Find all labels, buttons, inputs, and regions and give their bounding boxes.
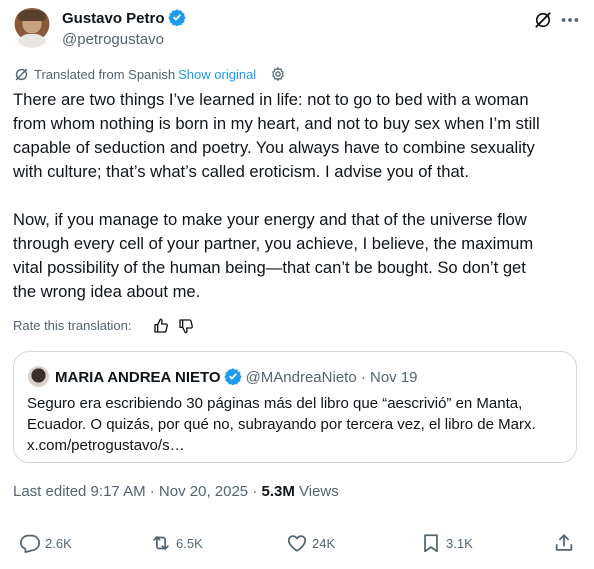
tweet-line: There are two things I’ve learned in lif… [13, 90, 529, 109]
views-count: 5.3M [261, 483, 295, 500]
quoted-author-row[interactable]: MARIA ANDREA NIETO @MAndreaNieto · Nov 19 [55, 367, 418, 386]
verified-badge-icon [167, 9, 186, 26]
tweet-line: vital possibility of the human being—tha… [13, 258, 526, 277]
tweet-text: There are two things I’ve learned in lif… [13, 88, 583, 304]
author-name-row[interactable]: Gustavo Petro [62, 8, 186, 27]
edited-timestamp[interactable]: Last edited 9:17 AM · Nov 20, 2025 · [13, 483, 261, 500]
reply-icon [19, 534, 41, 554]
quoted-line: Ecuador. O quizás, por qué no, subrayand… [27, 416, 536, 433]
like-count: 24K [312, 535, 336, 551]
translation-notice: Translated from Spanish Show original [34, 67, 256, 82]
quoted-link[interactable]: x.com/petrogustavo/s… [27, 435, 567, 456]
more-options-icon[interactable] [559, 9, 581, 31]
repost-icon [153, 536, 169, 550]
author-avatar[interactable] [12, 8, 52, 48]
tweet-line: Now, if you manage to make your energy a… [13, 210, 527, 229]
reply-count: 2.6K [45, 535, 72, 551]
bookmark-icon [424, 534, 438, 553]
share-icon [555, 534, 573, 551]
repost-count: 6.5K [176, 535, 203, 551]
quoted-line: Seguro era escribiendo 30 páginas más de… [27, 395, 523, 412]
tweet-line: the wrong idea about me. [13, 282, 201, 301]
quoted-tweet-card[interactable]: MARIA ANDREA NIETO @MAndreaNieto · Nov 19… [13, 351, 577, 463]
translated-from-label: Translated from Spanish [34, 67, 176, 82]
repost-button[interactable]: 6.5K [150, 531, 203, 555]
quoted-handle-date: @MAndreaNieto · Nov 19 [245, 369, 418, 386]
verified-badge-icon [223, 368, 242, 385]
bookmark-count: 3.1K [446, 535, 473, 551]
heart-icon [287, 535, 307, 552]
quoted-author-name[interactable]: MARIA ANDREA NIETO [55, 369, 221, 386]
grok-translate-icon [15, 68, 28, 81]
thumbs-down-icon[interactable] [178, 318, 194, 334]
tweet-line: from whom nothing is born in my heart, a… [13, 114, 540, 133]
like-button[interactable]: 24K [286, 531, 335, 555]
tweet-line: through every cell of your partner, you … [13, 234, 534, 253]
quoted-author-avatar[interactable] [28, 366, 49, 387]
translation-settings-icon[interactable] [270, 66, 286, 82]
author-name[interactable]: Gustavo Petro [62, 10, 165, 27]
bookmark-button[interactable]: 3.1K [420, 531, 473, 555]
rate-translation-label: Rate this translation: [13, 318, 132, 333]
author-handle[interactable]: @petrogustavo [62, 31, 164, 48]
grok-icon[interactable] [533, 10, 553, 30]
share-button[interactable] [553, 531, 579, 555]
quoted-tweet-text: Seguro era escribiendo 30 páginas más de… [27, 393, 567, 456]
views-label: Views [294, 483, 339, 500]
tweet-meta: Last edited 9:17 AM · Nov 20, 2025 · 5.3… [13, 483, 339, 500]
tweet-line: with culture; that’s what’s called eroti… [13, 162, 469, 181]
reply-button[interactable]: 2.6K [19, 531, 72, 555]
tweet-line: capable of seduction and poetry. You alw… [13, 138, 535, 157]
show-original-link[interactable]: Show original [178, 67, 256, 82]
thumbs-up-icon[interactable] [153, 318, 169, 334]
